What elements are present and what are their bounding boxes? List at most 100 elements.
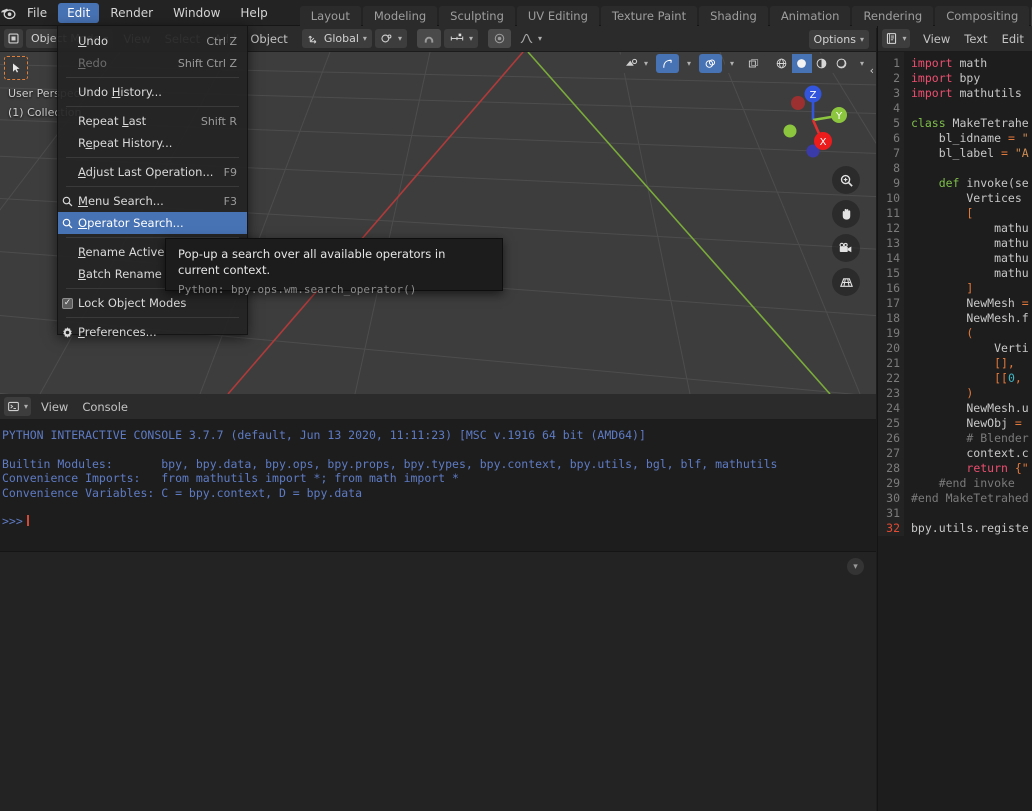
workspace-tab-label: Animation bbox=[780, 8, 840, 23]
pivot-point-selector[interactable]: ▾ bbox=[374, 29, 407, 48]
menu-help[interactable]: Help bbox=[231, 3, 276, 23]
menu-item-operator-search[interactable]: Operator Search... bbox=[58, 212, 247, 234]
chevron-down-icon: ▾ bbox=[362, 34, 367, 43]
camera-icon[interactable] bbox=[832, 234, 860, 262]
code-token: ] bbox=[911, 281, 974, 295]
object-visibility-selector[interactable]: ▾ bbox=[618, 54, 653, 73]
overlays-settings-selector[interactable]: ▾ bbox=[724, 54, 739, 73]
xray-toggle[interactable] bbox=[741, 54, 765, 73]
line-number: 1 bbox=[893, 56, 900, 70]
editor-type-3dview-icon[interactable] bbox=[4, 29, 23, 48]
code-line: return {" bbox=[911, 461, 1032, 476]
snap-settings-selector[interactable]: ▾ bbox=[443, 29, 478, 48]
navigation-gizmo[interactable]: Z Y X bbox=[774, 81, 852, 159]
options-label: Options bbox=[813, 32, 856, 46]
menu-item-repeat-history[interactable]: Repeat History... bbox=[58, 132, 247, 154]
code-line: context.c bbox=[911, 446, 1032, 461]
workspace-tab-modeling[interactable]: Modeling bbox=[362, 5, 438, 28]
menu-window[interactable]: Window bbox=[164, 3, 229, 23]
options-button[interactable]: Options ▾ bbox=[808, 29, 869, 49]
shading-rendered-button[interactable] bbox=[832, 54, 852, 73]
tool-select-box-icon[interactable] bbox=[4, 56, 28, 80]
workspace-tab-rendering[interactable]: Rendering bbox=[852, 5, 934, 28]
blender-window: File Edit Render Window Help Layout Modeling S… bbox=[0, 0, 1032, 811]
shading-wireframe-button[interactable] bbox=[772, 54, 792, 73]
console-output[interactable]: PYTHON INTERACTIVE CONSOLE 3.7.7 (defaul… bbox=[0, 420, 876, 529]
code-line: import math bbox=[911, 56, 1032, 71]
console-menu-console[interactable]: Console bbox=[75, 400, 135, 414]
editor-type-text-icon[interactable]: ▾ bbox=[882, 29, 910, 48]
code-token: bpy.utils.registe bbox=[911, 521, 1029, 535]
line-number: 9 bbox=[893, 176, 900, 190]
menu-item-undo-history[interactable]: Undo History... bbox=[58, 81, 247, 103]
text-editor-menu-edit[interactable]: Edit bbox=[995, 32, 1031, 46]
snap-magnet-toggle[interactable] bbox=[416, 29, 441, 48]
menu-render[interactable]: Render bbox=[101, 3, 162, 23]
code-token: math bbox=[952, 56, 988, 70]
menu-item-label: Undo History... bbox=[78, 85, 162, 99]
menu-item-adjust-last-operation[interactable]: Adjust Last Operation... F9 bbox=[58, 161, 247, 183]
text-editor-body[interactable]: 1 2 3 4 5 6 7 8 9 10 11 12 13 14 15 16 17 18 19 20 21 22 23 24 2… bbox=[878, 52, 1032, 536]
code-area[interactable]: import math import bpy import mathutils cl… bbox=[904, 52, 1032, 536]
menu-file[interactable]: File bbox=[18, 3, 56, 23]
editor-type-console-icon[interactable]: ▾ bbox=[4, 397, 32, 416]
code-token: bpy bbox=[952, 71, 981, 85]
gizmo-toggle[interactable] bbox=[655, 54, 679, 73]
shading-solid-button[interactable] bbox=[791, 54, 812, 73]
chevron-down-icon: ▾ bbox=[859, 59, 864, 68]
viewport-shading-bar: ▾ ▾ ▾ ▾ bbox=[618, 54, 872, 73]
blender-logo-icon[interactable] bbox=[0, 0, 17, 26]
menu-item-menu-search[interactable]: Menu Search... F3 bbox=[58, 190, 247, 212]
console-prompt[interactable]: >>> bbox=[2, 514, 876, 529]
falloff-curve-selector[interactable]: ▾ bbox=[514, 29, 547, 48]
workspace-tab-label: Texture Paint bbox=[611, 8, 687, 23]
text-editor-menu-text[interactable]: Text bbox=[957, 32, 994, 46]
code-token: # Blender bbox=[911, 431, 1029, 445]
workspace-tab-uv-editing[interactable]: UV Editing bbox=[516, 5, 599, 28]
code-line: mathu bbox=[911, 266, 1032, 281]
console-menu-view[interactable]: View bbox=[34, 400, 75, 414]
code-token: mathu bbox=[911, 236, 1029, 250]
shading-mode-group[interactable] bbox=[771, 54, 852, 73]
viewport-menu-object[interactable]: Object bbox=[243, 32, 294, 46]
shading-material-preview-button[interactable] bbox=[812, 54, 832, 73]
menu-item-label: Preferences... bbox=[78, 325, 157, 339]
code-token: NewMesh.u bbox=[911, 401, 1029, 415]
code-line: NewMesh.f bbox=[911, 311, 1032, 326]
grid-ortho-icon[interactable] bbox=[832, 268, 860, 296]
text-editor[interactable]: ▾ View Text Edit 1 2 3 4 5 6 7 8 9 10 11 12 13 14 15 16 17… bbox=[877, 26, 1032, 811]
menu-item-redo: Redo Shift Ctrl Z bbox=[58, 52, 247, 74]
python-console-editor[interactable]: ▾ View Console PYTHON INTERACTIVE CONSOLE… bbox=[0, 394, 876, 567]
line-number: 30 bbox=[886, 491, 900, 505]
menu-item-undo[interactable]: Undo Ctrl Z bbox=[58, 30, 247, 52]
code-token: context.c bbox=[911, 446, 1029, 460]
workspace-tab-shading[interactable]: Shading bbox=[699, 5, 768, 28]
code-line: bl_idname = " bbox=[911, 131, 1032, 146]
console-line: PYTHON INTERACTIVE CONSOLE 3.7.7 (defaul… bbox=[2, 428, 646, 442]
workspace-tab-sculpting[interactable]: Sculpting bbox=[439, 5, 515, 28]
menu-item-preferences[interactable]: Preferences... bbox=[58, 321, 247, 343]
lower-empty-panel: ▾ bbox=[0, 551, 876, 811]
shading-settings-selector[interactable]: ▾ bbox=[854, 54, 869, 73]
workspace-tab-texture-paint[interactable]: Texture Paint bbox=[600, 5, 698, 28]
hand-pan-icon[interactable] bbox=[832, 200, 860, 228]
operator-search-tooltip: Pop-up a search over all available opera… bbox=[165, 238, 503, 296]
workspace-tab-compositing[interactable]: Compositing bbox=[935, 5, 1030, 28]
overlays-toggle[interactable] bbox=[698, 54, 722, 73]
menu-label: Help bbox=[240, 5, 268, 20]
proportional-editing-toggle[interactable] bbox=[487, 29, 511, 48]
menu-item-label: Operator Search... bbox=[78, 216, 184, 230]
viewport-toolbar[interactable] bbox=[4, 56, 28, 80]
code-token: invoke(se bbox=[959, 176, 1029, 190]
workspace-tab-animation[interactable]: Animation bbox=[769, 5, 851, 28]
gizmo-settings-selector[interactable]: ▾ bbox=[681, 54, 696, 73]
text-editor-menu-view[interactable]: View bbox=[916, 32, 957, 46]
zoom-icon[interactable] bbox=[832, 166, 860, 194]
workspace-tab-layout[interactable]: Layout bbox=[299, 5, 361, 28]
menu-item-label: Menu Search... bbox=[78, 194, 164, 208]
transform-orientation-selector[interactable]: Global ▾ bbox=[301, 29, 372, 48]
chevron-down-icon[interactable]: ▾ bbox=[847, 558, 864, 575]
menu-edit[interactable]: Edit bbox=[58, 2, 100, 23]
menu-item-repeat-last[interactable]: Repeat Last Shift R bbox=[58, 110, 247, 132]
